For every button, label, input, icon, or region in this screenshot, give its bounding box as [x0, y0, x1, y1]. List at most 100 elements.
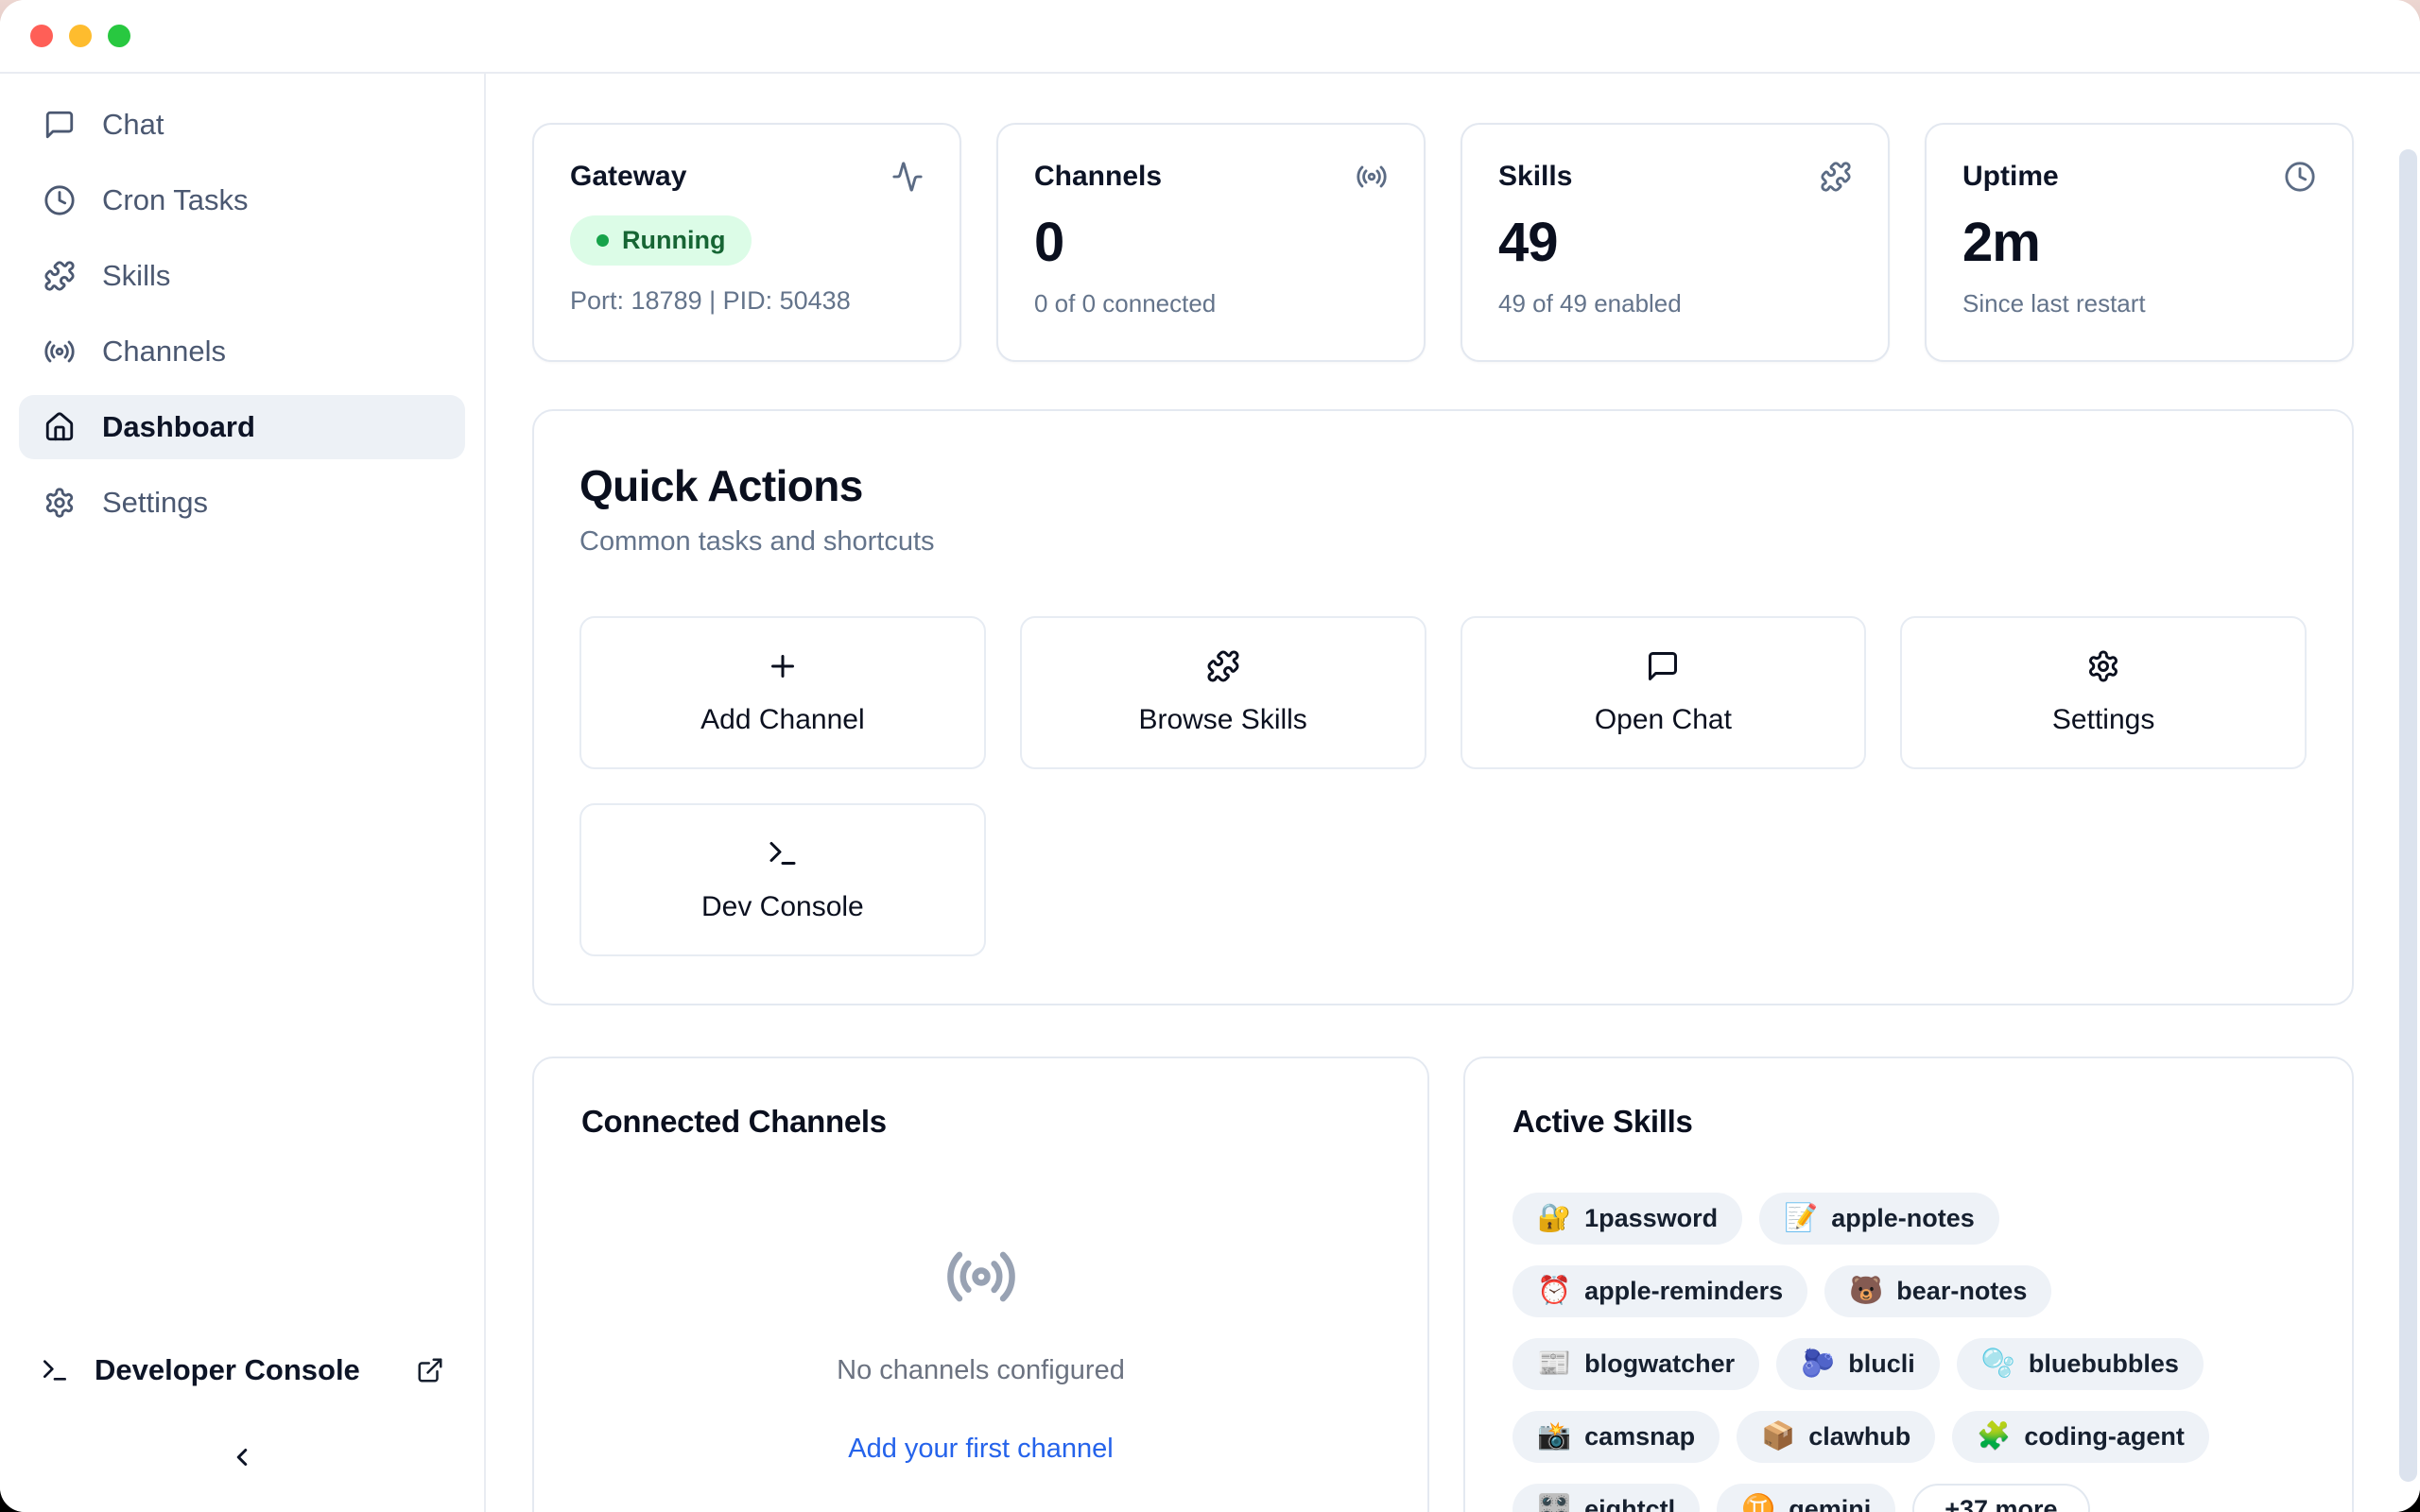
settings-button[interactable]: Settings [1900, 616, 2307, 769]
connected-channels-panel: Connected Channels No channels configure… [532, 1057, 1429, 1512]
sidebar-item-chat[interactable]: Chat [19, 93, 465, 157]
button-label: Add Channel [700, 704, 864, 736]
plus-icon [766, 649, 800, 683]
vertical-scrollbar[interactable] [2399, 149, 2417, 1482]
skill-emoji-icon: 📝 [1784, 1205, 1818, 1232]
skill-chip: 🧩 coding-agent [1952, 1411, 2209, 1463]
activity-icon [891, 161, 924, 193]
radio-icon [43, 335, 76, 368]
skill-emoji-icon: 📰 [1537, 1350, 1571, 1378]
sidebar-item-label: Skills [102, 259, 170, 293]
skills-chip-list: 🔐 1password 📝 apple-notes ⏰apple-reminders… [1512, 1193, 2278, 1512]
empty-state-text: No channels configured [837, 1355, 1125, 1386]
stats-row: Gateway Running Port: 18789 | PID: 50438… [532, 123, 2354, 362]
title-bar [0, 0, 2420, 74]
skill-chip: ♊gemini [1717, 1484, 1895, 1512]
more-skills-button[interactable]: +37 more [1912, 1484, 2089, 1512]
sidebar-item-skills[interactable]: Skills [19, 244, 465, 308]
button-label: Settings [2052, 704, 2154, 736]
uptime-value: 2m [1962, 215, 2316, 270]
sidebar-item-label: Channels [102, 335, 226, 369]
skill-chip: 📝 apple-notes [1759, 1193, 1999, 1245]
developer-console-label: Developer Console [95, 1353, 416, 1387]
sidebar-item-label: Dashboard [102, 410, 255, 444]
sidebar-nav: Chat Cron Tasks Skills Channels Dashboar… [0, 93, 484, 1353]
sidebar: Chat Cron Tasks Skills Channels Dashboar… [0, 74, 486, 1512]
sidebar-item-settings[interactable]: Settings [19, 471, 465, 535]
card-title: Skills [1498, 161, 1572, 193]
skill-name: camsnap [1584, 1422, 1695, 1452]
sidebar-item-channels[interactable]: Channels [19, 319, 465, 384]
puzzle-icon [1206, 649, 1240, 683]
skill-name: bluebubbles [2029, 1349, 2179, 1379]
developer-console-link[interactable]: Developer Console [40, 1353, 444, 1387]
status-badge: Running [570, 215, 752, 266]
skill-chip: 🫧 bluebubbles [1957, 1338, 2204, 1390]
skill-emoji-icon: 🫧 [1981, 1350, 2015, 1378]
card-title: Uptime [1962, 161, 2059, 193]
skill-emoji-icon: ⏰ [1537, 1278, 1571, 1305]
channels-card: Channels 0 0 of 0 connected [996, 123, 1426, 362]
gear-icon [2086, 649, 2120, 683]
uptime-card: Uptime 2m Since last restart [1925, 123, 2354, 362]
collapse-sidebar-button[interactable] [221, 1436, 263, 1478]
sidebar-item-cron-tasks[interactable]: Cron Tasks [19, 168, 465, 232]
skill-chip: 🎛️eightctl [1512, 1484, 1700, 1512]
traffic-lights [30, 25, 130, 47]
quick-actions-subtitle: Common tasks and shortcuts [579, 526, 2307, 558]
skill-name: bear-notes [1896, 1277, 2027, 1306]
browse-skills-button[interactable]: Browse Skills [1020, 616, 1426, 769]
app-window: Chat Cron Tasks Skills Channels Dashboar… [0, 0, 2420, 1512]
channels-count: 0 [1034, 215, 1388, 270]
radio-icon [1356, 161, 1388, 193]
skills-count: 49 [1498, 215, 1852, 270]
skill-emoji-icon: 🔐 [1537, 1205, 1571, 1232]
button-label: Dev Console [701, 891, 864, 923]
puzzle-icon [1820, 161, 1852, 193]
minimize-button[interactable] [69, 25, 92, 47]
skill-emoji-icon: 🧩 [1977, 1423, 2011, 1451]
skill-name: 1password [1584, 1204, 1718, 1233]
skill-name: blucli [1848, 1349, 1915, 1379]
skill-name: coding-agent [2024, 1422, 2185, 1452]
chevron-left-icon [228, 1443, 256, 1471]
add-first-channel-link[interactable]: Add your first channel [848, 1434, 1113, 1465]
open-chat-button[interactable]: Open Chat [1461, 616, 1867, 769]
skill-chip: 📸camsnap [1512, 1411, 1720, 1463]
add-channel-button[interactable]: Add Channel [579, 616, 986, 769]
status-badge-label: Running [622, 226, 725, 255]
active-skills-title: Active Skills [1512, 1104, 2305, 1140]
sidebar-item-dashboard[interactable]: Dashboard [19, 395, 465, 459]
gateway-detail: Port: 18789 | PID: 50438 [570, 286, 924, 316]
channels-empty-state: No channels configured Add your first ch… [581, 1240, 1380, 1465]
card-title: Channels [1034, 161, 1162, 193]
terminal-icon [40, 1355, 70, 1385]
skill-chip: 🐻bear-notes [1824, 1265, 2051, 1317]
uptime-detail: Since last restart [1962, 289, 2316, 318]
clock-icon [43, 184, 76, 216]
dev-console-button[interactable]: Dev Console [579, 803, 986, 956]
skill-emoji-icon: ♊ [1741, 1496, 1775, 1512]
skill-name: apple-notes [1831, 1204, 1975, 1233]
channels-detail: 0 of 0 connected [1034, 289, 1388, 318]
puzzle-icon [43, 260, 76, 292]
skill-chip: 🫐blucli [1776, 1338, 1940, 1390]
skill-emoji-icon: 📦 [1761, 1423, 1795, 1451]
terminal-icon [766, 836, 800, 870]
gateway-card: Gateway Running Port: 18789 | PID: 50438 [532, 123, 961, 362]
external-link-icon[interactable] [416, 1356, 444, 1384]
skill-name: blogwatcher [1584, 1349, 1735, 1379]
connected-channels-title: Connected Channels [581, 1104, 1380, 1140]
radio-icon [944, 1240, 1018, 1314]
skill-chip: ⏰apple-reminders [1512, 1265, 1807, 1317]
button-label: Browse Skills [1138, 704, 1306, 736]
skill-chip: 📦 clawhub [1737, 1411, 1935, 1463]
skill-name: clawhub [1808, 1422, 1910, 1452]
status-dot-icon [596, 234, 609, 247]
skill-emoji-icon: 🎛️ [1537, 1496, 1571, 1512]
close-button[interactable] [30, 25, 53, 47]
zoom-button[interactable] [108, 25, 130, 47]
sidebar-item-label: Cron Tasks [102, 183, 249, 217]
button-label: Open Chat [1595, 704, 1732, 736]
quick-actions-title: Quick Actions [579, 460, 2307, 511]
